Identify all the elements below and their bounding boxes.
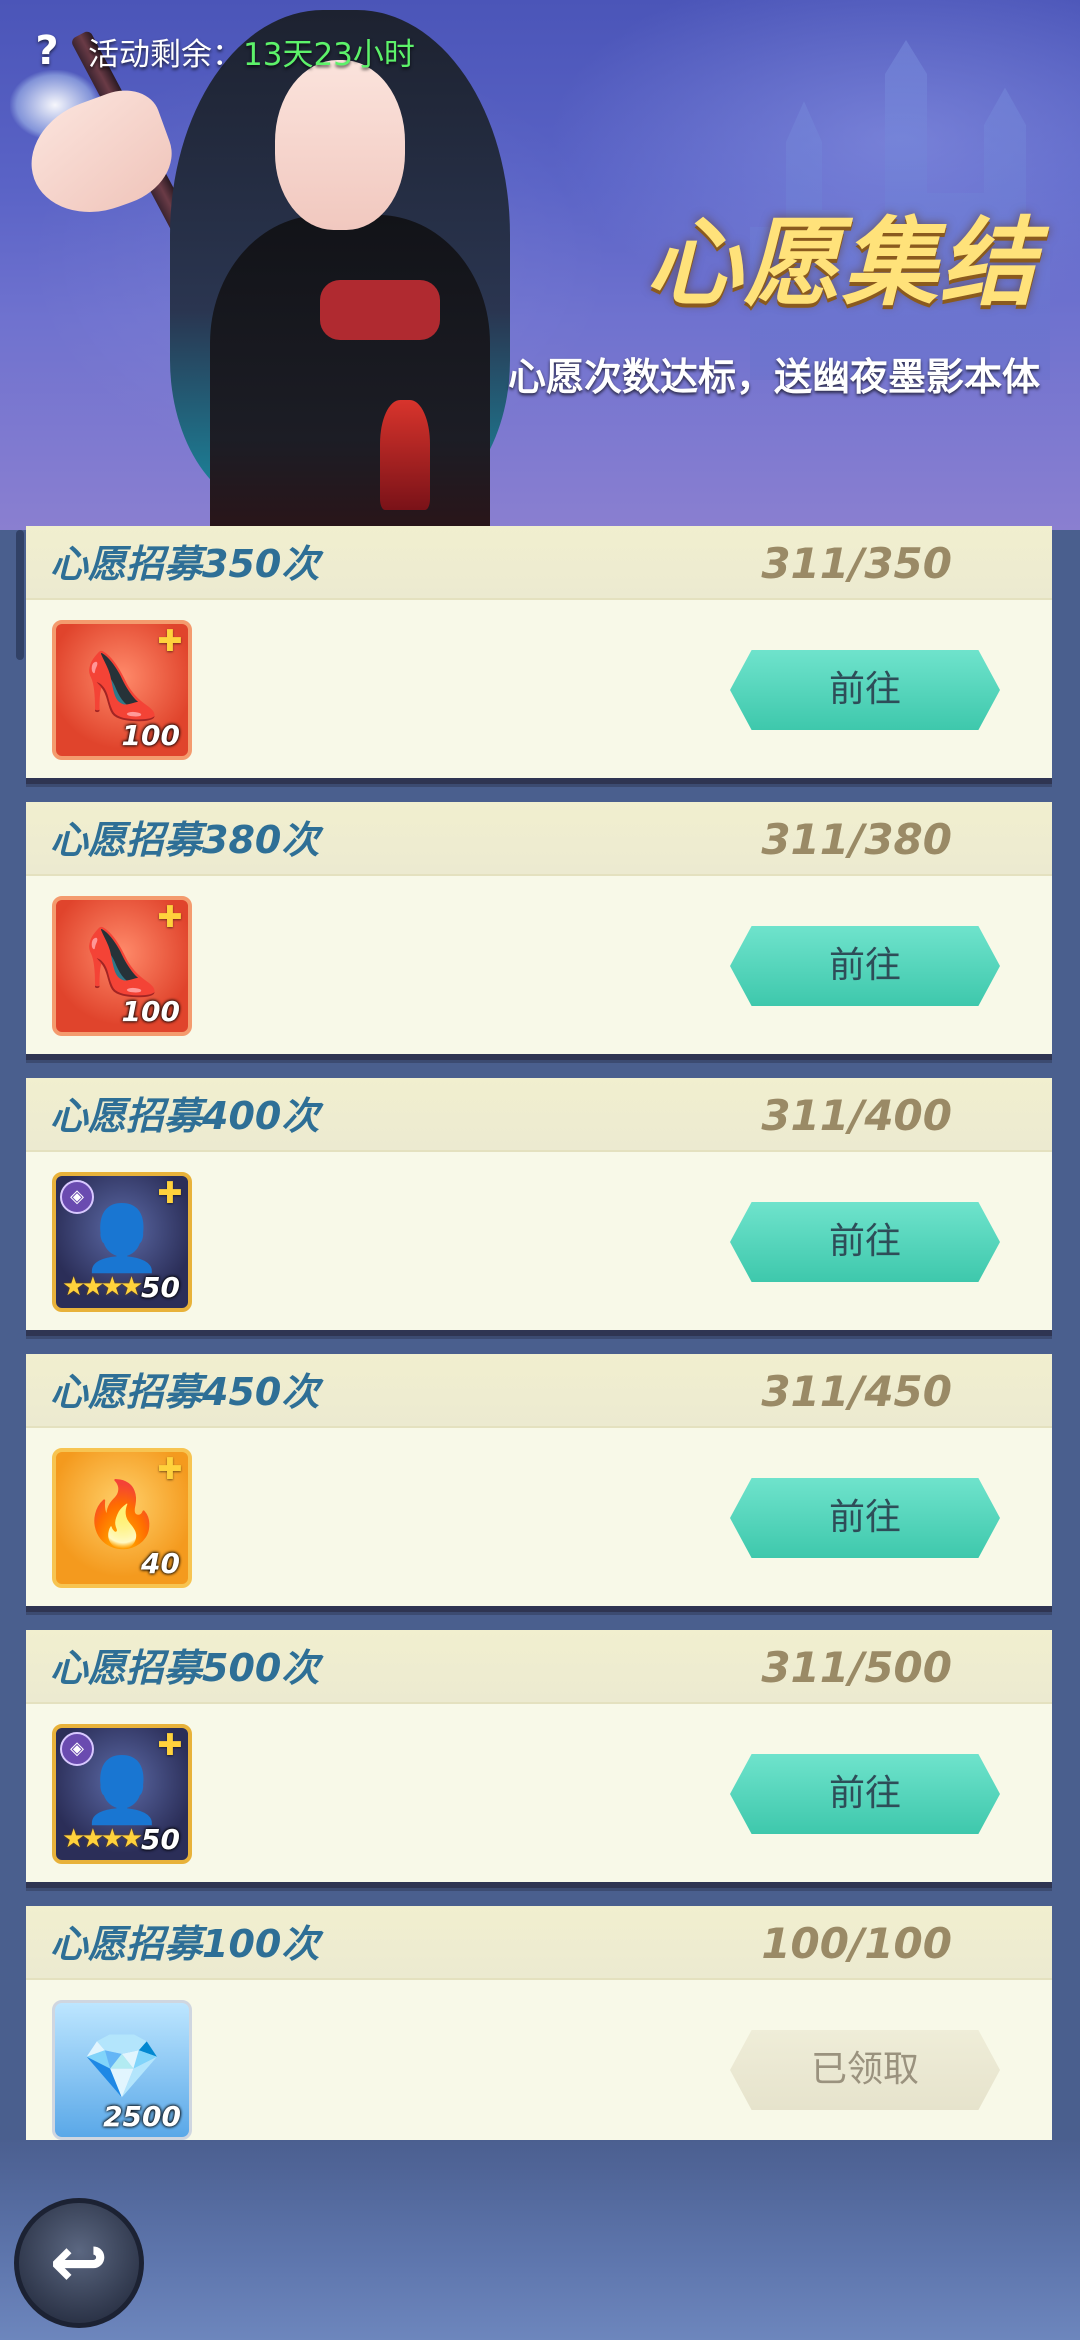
- hero-sash: [320, 280, 440, 340]
- back-arrow-icon[interactable]: ↩: [14, 2198, 144, 2328]
- task-card: 心愿招募400次 311/400 👤 ◈ ✚ ★★★★ 50 前往: [26, 1078, 1052, 1336]
- star-rating-icon: ★★★★: [62, 1272, 143, 1302]
- reward-item[interactable]: 👠 ✚ 100: [52, 620, 192, 760]
- task-header: 心愿招募350次 311/350: [26, 526, 1052, 600]
- task-card: 心愿招募450次 311/450 🔥 ✚ 40 前往: [26, 1354, 1052, 1612]
- hero-portrait-icon: 👤: [82, 1202, 162, 1277]
- go-button[interactable]: 前往: [730, 926, 1000, 1006]
- reward-quantity: 50: [141, 1823, 180, 1856]
- task-progress: 311/450: [761, 1367, 952, 1416]
- task-title: 心愿招募500次: [50, 1646, 320, 1690]
- reward-item[interactable]: 💎 2500: [52, 2000, 192, 2140]
- question-icon[interactable]: ?: [28, 29, 66, 73]
- task-title: 心愿招募100次: [50, 1922, 320, 1966]
- reward-quantity: 2500: [103, 2100, 181, 2133]
- puzzle-piece-icon: ✚: [157, 900, 183, 935]
- task-progress: 311/380: [761, 815, 952, 864]
- red-shoes-icon: 👠: [82, 650, 162, 725]
- puzzle-piece-icon: ✚: [157, 1728, 183, 1763]
- task-title: 心愿招募350次: [50, 542, 320, 586]
- reward-item[interactable]: 👠 ✚ 100: [52, 896, 192, 1036]
- task-card: 心愿招募380次 311/380 👠 ✚ 100 前往: [26, 802, 1052, 1060]
- hero-body: [210, 215, 490, 530]
- task-title: 心愿招募450次: [50, 1370, 320, 1414]
- event-banner: ? 活动剩余： 13天23小时 心愿集结 心愿次数达标，送幽夜墨影本体: [0, 0, 1080, 530]
- bottom-background: [0, 2140, 1080, 2340]
- task-header: 心愿招募100次 100/100: [26, 1906, 1052, 1980]
- hero-illustration: [15, 0, 590, 530]
- claimed-button: 已领取: [730, 2030, 1000, 2110]
- reward-item[interactable]: 👤 ◈ ✚ ★★★★ 50: [52, 1172, 192, 1312]
- timer-value: 13天23小时: [243, 36, 415, 73]
- red-shoes-icon: 👠: [82, 926, 162, 1001]
- puzzle-piece-icon: ✚: [157, 1176, 183, 1211]
- timer-label: 活动剩余：: [88, 36, 243, 73]
- star-rating-icon: ★★★★: [62, 1824, 143, 1854]
- task-list[interactable]: 心愿招募350次 311/350 👠 ✚ 100 前往 心愿招募380次 311…: [0, 520, 1080, 2140]
- task-card: 心愿招募350次 311/350 👠 ✚ 100 前往: [26, 526, 1052, 784]
- go-button[interactable]: 前往: [730, 650, 1000, 730]
- event-timer: ? 活动剩余： 13天23小时: [28, 26, 415, 76]
- event-subtitle: 心愿次数达标，送幽夜墨影本体: [507, 355, 1040, 399]
- reward-item[interactable]: 🔥 ✚ 40: [52, 1448, 192, 1588]
- event-title: 心愿集结: [646, 207, 1038, 319]
- task-progress: 311/400: [761, 1091, 952, 1140]
- reward-item[interactable]: 👤 ◈ ✚ ★★★★ 50: [52, 1724, 192, 1864]
- task-progress: 100/100: [761, 1919, 952, 1968]
- reward-quantity: 40: [141, 1547, 180, 1580]
- puzzle-piece-icon: ✚: [157, 1452, 183, 1487]
- rank-badge-icon: ◈: [60, 1180, 94, 1214]
- task-title: 心愿招募400次: [50, 1094, 320, 1138]
- task-header: 心愿招募380次 311/380: [26, 802, 1052, 876]
- go-button[interactable]: 前往: [730, 1754, 1000, 1834]
- diamond-icon: 💎: [82, 2030, 162, 2105]
- go-button[interactable]: 前往: [730, 1478, 1000, 1558]
- go-button[interactable]: 前往: [730, 1202, 1000, 1282]
- hero-pendant: [380, 400, 430, 510]
- red-artifact-icon: 🔥: [82, 1478, 162, 1553]
- task-card: 心愿招募500次 311/500 👤 ◈ ✚ ★★★★ 50 前往: [26, 1630, 1052, 1888]
- reward-quantity: 50: [141, 1271, 180, 1304]
- hero-portrait-icon: 👤: [82, 1754, 162, 1829]
- task-card: 心愿招募100次 100/100 💎 2500 已领取: [26, 1906, 1052, 2140]
- task-header: 心愿招募400次 311/400: [26, 1078, 1052, 1152]
- scrollbar[interactable]: [16, 530, 24, 660]
- hero-face: [275, 60, 405, 230]
- task-progress: 311/500: [761, 1643, 952, 1692]
- task-progress: 311/350: [761, 539, 952, 588]
- task-header: 心愿招募450次 311/450: [26, 1354, 1052, 1428]
- reward-quantity: 100: [121, 995, 180, 1028]
- reward-quantity: 100: [121, 719, 180, 752]
- rank-badge-icon: ◈: [60, 1732, 94, 1766]
- task-header: 心愿招募500次 311/500: [26, 1630, 1052, 1704]
- task-title: 心愿招募380次: [50, 818, 320, 862]
- puzzle-piece-icon: ✚: [157, 624, 183, 659]
